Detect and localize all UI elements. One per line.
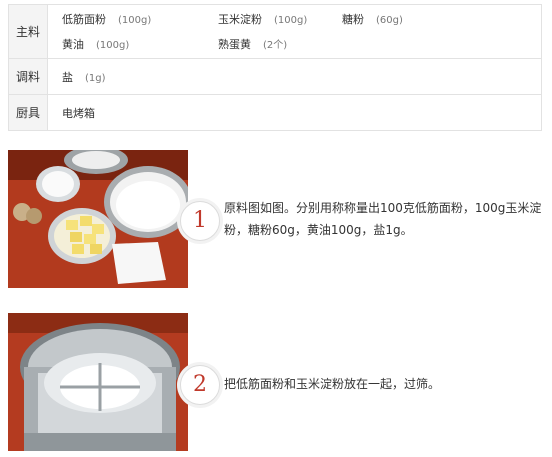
ingredient-amount: (2个)	[263, 40, 288, 51]
ingredient-item[interactable]: 低筋面粉 (100g)	[62, 11, 218, 27]
tools-row: 厨具 电烤箱	[8, 94, 542, 131]
ingredient-name: 熟蛋黄	[218, 38, 251, 51]
recipe-step: 2 把低筋面粉和玉米淀粉放在一起，过筛。	[8, 313, 548, 451]
step-number-badge: 2	[180, 365, 220, 405]
main-ingredients-row: 主料 低筋面粉 (100g) 玉米淀粉 (100g) 糖粉 (60g) 黄油 (100g…	[8, 4, 542, 59]
tools-label: 厨具	[8, 94, 48, 131]
ingredient-item[interactable]: 黄油 (100g)	[62, 36, 218, 52]
ingredient-name: 黄油	[62, 38, 84, 51]
ingredient-name: 盐	[62, 70, 73, 84]
ingredient-name: 低筋面粉	[62, 13, 106, 26]
ingredient-amount: (100g)	[118, 15, 152, 26]
ingredient-item[interactable]: 玉米淀粉 (100g)	[218, 11, 342, 27]
recipe-step: 1 原料图如图。分别用称称量出100克低筋面粉，100g玉米淀粉，糖粉60g，黄…	[8, 150, 548, 290]
ingredient-item[interactable]: 盐 (1g)	[62, 69, 540, 85]
ingredient-item[interactable]: 熟蛋黄 (2个)	[218, 36, 342, 52]
seasoning-row: 调料 盐 (1g)	[8, 58, 542, 95]
step-text: 把低筋面粉和玉米淀粉放在一起，过筛。	[224, 377, 441, 391]
ingredients-photo-illustration	[8, 150, 188, 288]
step-photo	[8, 313, 188, 451]
main-label: 主料	[8, 4, 48, 59]
step-text: 原料图如图。分别用称称量出100克低筋面粉，100g玉米淀粉，糖粉60g，黄油1…	[224, 201, 542, 237]
step-photo	[8, 150, 188, 288]
ingredient-amount: (100g)	[96, 40, 130, 51]
ingredient-amount: (1g)	[85, 72, 106, 84]
ingredient-name: 玉米淀粉	[218, 13, 262, 26]
sifter-photo-illustration	[8, 313, 188, 451]
ingredients-table: 主料 低筋面粉 (100g) 玉米淀粉 (100g) 糖粉 (60g) 黄油 (100g…	[8, 4, 542, 131]
seasoning-label: 调料	[8, 58, 48, 95]
step-number-badge: 1	[180, 201, 220, 241]
ingredient-item[interactable]: 糖粉 (60g)	[342, 11, 462, 27]
recipe-page: 主料 低筋面粉 (100g) 玉米淀粉 (100g) 糖粉 (60g) 黄油 (100g…	[0, 0, 552, 457]
tools-value: 电烤箱	[47, 94, 542, 131]
ingredient-amount: (60g)	[376, 15, 403, 26]
seasoning-cell: 盐 (1g)	[47, 58, 542, 95]
ingredient-amount: (100g)	[274, 15, 308, 26]
ingredient-name: 糖粉	[342, 13, 364, 26]
main-ingredients-cell: 低筋面粉 (100g) 玉米淀粉 (100g) 糖粉 (60g) 黄油 (100g) 熟…	[47, 4, 542, 59]
